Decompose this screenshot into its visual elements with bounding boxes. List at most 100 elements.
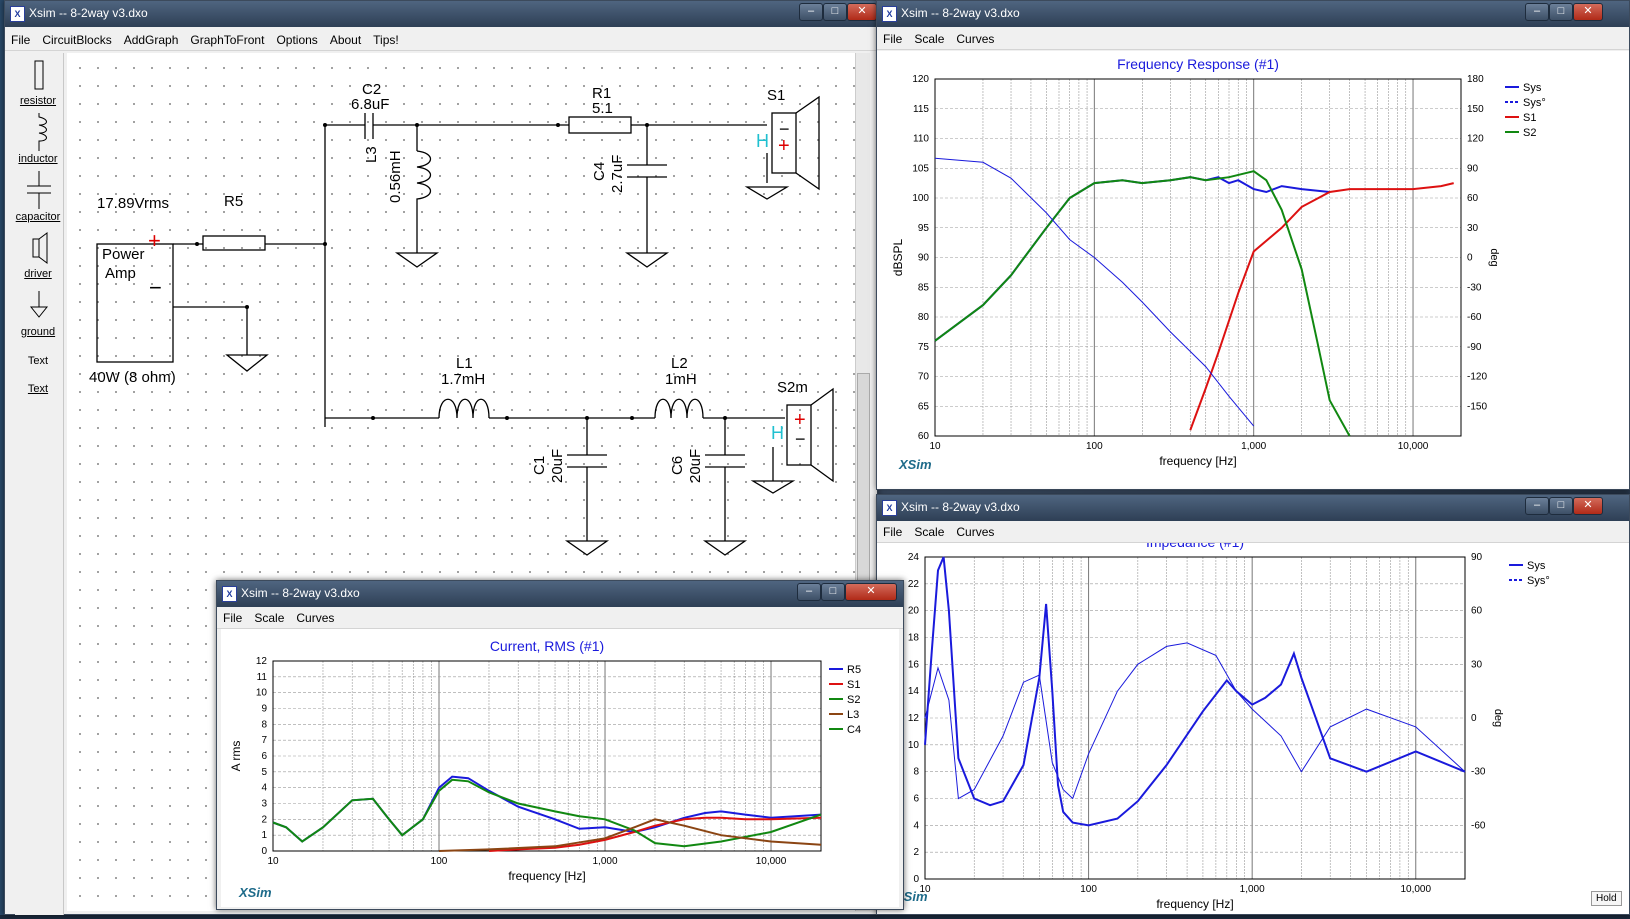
c1-value: 20uF [549, 448, 566, 483]
xsim-logo: XSim [899, 457, 932, 472]
minimize-button[interactable]: – [797, 583, 821, 601]
tool-capacitor[interactable]: capacitor [15, 211, 61, 223]
menu-addgraph[interactable]: AddGraph [118, 31, 185, 47]
y-tick-label: 4 [913, 820, 919, 831]
series-line-sys-phase [924, 642, 1466, 800]
legend-label: S2 [847, 694, 860, 706]
current-rms-window[interactable]: X Xsim -- 8-2way v3.dxo – □ ✕ File Scale C… [216, 580, 904, 910]
menu-file[interactable]: File [877, 30, 908, 46]
menu-circuitblocks[interactable]: CircuitBlocks [36, 31, 117, 47]
menu-about[interactable]: About [324, 31, 367, 47]
impedance-chart: Impedance (#1)02468101214161820222410100… [881, 534, 1550, 911]
s1-plus-mark: + [778, 135, 790, 157]
x-axis-label: frequency [Hz] [1159, 454, 1236, 468]
current-titlebar[interactable]: X Xsim -- 8-2way v3.dxo – □ ✕ [217, 581, 903, 607]
tool-resistor[interactable]: resistor [15, 95, 61, 107]
y2-tick-label: 150 [1467, 104, 1484, 115]
close-button[interactable]: ✕ [1573, 3, 1603, 21]
maximize-button[interactable]: □ [1549, 3, 1573, 21]
maximize-button[interactable]: □ [1549, 497, 1573, 515]
y2-tick-label: -30 [1467, 282, 1482, 293]
menu-curves[interactable]: Curves [290, 609, 340, 625]
inductor-icon[interactable] [29, 113, 49, 151]
menu-scale[interactable]: Scale [908, 30, 950, 46]
y-tick-label: 70 [918, 372, 930, 383]
x-tick-label: 1,000 [1240, 884, 1265, 895]
r1-value: 5.1 [592, 100, 613, 117]
menu-scale[interactable]: Scale [908, 523, 950, 539]
current-plot-area: Current, RMS (#1) 0 1 2 3 4 5 6 7 8 9 10 11 12 10 100 1,… [221, 629, 899, 907]
l1-value: 1.7mH [441, 371, 486, 388]
menu-curves[interactable]: Curves [950, 30, 1000, 46]
series-line-s2 [934, 170, 1351, 437]
hold-button[interactable]: Hold [1591, 891, 1622, 906]
maximize-button[interactable]: □ [823, 3, 847, 21]
y-tick-label: 90 [918, 253, 930, 264]
close-button[interactable]: ✕ [847, 3, 877, 21]
menu-graphtofront[interactable]: GraphToFront [184, 31, 270, 47]
legend-label: S1 [1523, 112, 1536, 124]
y2-tick-label: 30 [1471, 659, 1483, 670]
impedance-window[interactable]: X Xsim -- 8-2way v3.dxo – □ ✕ File Scale C… [876, 494, 1630, 915]
schematic-titlebar[interactable]: X Xsim -- 8-2way v3.dxo – □ ✕ [5, 1, 877, 27]
current-menubar: File Scale Curves [217, 609, 903, 629]
capacitor-icon[interactable] [25, 171, 53, 209]
menu-tips[interactable]: Tips! [367, 31, 405, 47]
scrollbar-thumb[interactable] [857, 373, 870, 595]
menu-file[interactable]: File [5, 31, 36, 47]
freq-titlebar[interactable]: X Xsim -- 8-2way v3.dxo – □ ✕ [877, 1, 1629, 27]
frequency-response-window[interactable]: X Xsim -- 8-2way v3.dxo – □ ✕ File Scale C… [876, 0, 1630, 490]
menu-curves[interactable]: Curves [950, 523, 1000, 539]
tool-text-1[interactable]: Text [15, 355, 61, 367]
x-tick-label: 10 [267, 856, 279, 867]
r5-label: R5 [224, 193, 244, 210]
ground-icon[interactable] [29, 289, 49, 325]
minimize-button[interactable]: – [1525, 497, 1549, 515]
resistor-icon[interactable] [33, 59, 45, 91]
tool-ground[interactable]: ground [15, 326, 61, 338]
imp-titlebar[interactable]: X Xsim -- 8-2way v3.dxo – □ ✕ [877, 495, 1629, 521]
x-tick-label: 1,000 [593, 856, 618, 867]
chart-title: Impedance (#1) [1146, 543, 1244, 550]
legend-label: Sys [1523, 82, 1542, 94]
y2-tick-label: -120 [1467, 372, 1487, 383]
y-tick-label: 1 [261, 830, 267, 841]
y2-axis-label: deg [1488, 248, 1500, 266]
x-tick-label: 10,000 [1398, 441, 1429, 452]
driver-icon[interactable] [29, 231, 49, 267]
y-tick-label: 2 [913, 847, 919, 858]
amp-label-amp: Amp [105, 265, 136, 282]
close-button[interactable]: ✕ [1573, 497, 1603, 515]
l3-value: 0.56mH [387, 150, 404, 203]
minimize-button[interactable]: – [799, 3, 823, 21]
y-tick-label: 4 [261, 783, 267, 794]
legend-label: S2 [1523, 127, 1536, 139]
freq-plot-area: Frequency Response (#1) 60 65 70 75 80 85 90 95 1… [877, 51, 1629, 489]
y-tick-label: 12 [256, 656, 268, 667]
tool-driver[interactable]: driver [15, 268, 61, 280]
menu-options[interactable]: Options [270, 31, 323, 47]
resistor-r1 [568, 116, 632, 134]
y2-tick-label: 60 [1471, 606, 1483, 617]
y2-tick-label: 90 [1471, 552, 1483, 563]
menu-file[interactable]: File [877, 523, 908, 539]
c4-label: C4 [591, 161, 608, 181]
menu-file[interactable]: File [217, 609, 248, 625]
close-button[interactable]: ✕ [845, 583, 897, 601]
y-tick-label: 18 [908, 633, 920, 644]
amp-minus-terminal: − [149, 275, 162, 300]
maximize-button[interactable]: □ [821, 583, 845, 601]
current-rms-chart: Current, RMS (#1)012345678910111210 100 1,… [229, 638, 861, 883]
y-tick-label: 120 [912, 74, 929, 85]
y-tick-label: 11 [257, 672, 268, 683]
minimize-button[interactable]: – [1525, 3, 1549, 21]
menu-scale[interactable]: Scale [248, 609, 290, 625]
tool-text-2[interactable]: Text [15, 383, 61, 395]
imp-menubar: File Scale Curves [877, 523, 1629, 543]
l2-value: 1mH [665, 371, 697, 388]
c2-value: 6.8uF [351, 96, 390, 113]
y2-tick-label: 120 [1467, 134, 1484, 145]
legend-label: C4 [847, 724, 861, 736]
tool-inductor[interactable]: inductor [15, 153, 61, 165]
y-tick-label: 100 [912, 193, 929, 204]
